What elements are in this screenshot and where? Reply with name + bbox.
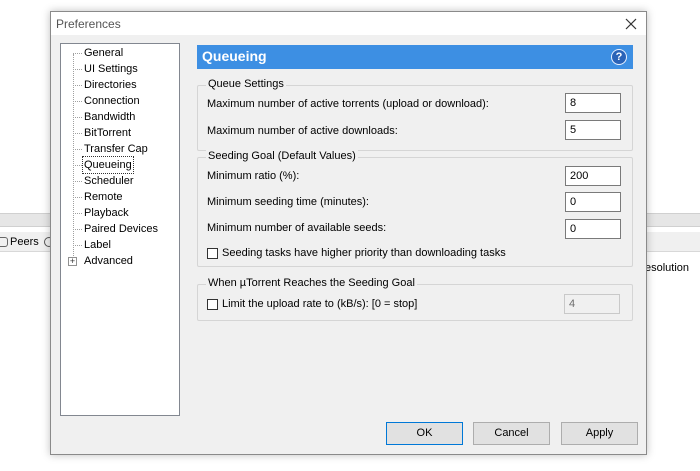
close-icon [625,18,637,30]
tree-connector [73,181,82,182]
tree-item-remote[interactable]: Remote [83,189,124,205]
limit-upload-rate-checkbox[interactable] [207,299,218,310]
tree-item-connection[interactable]: Connection [83,93,141,109]
help-icon[interactable]: ? [611,49,627,65]
preferences-dialog: Preferences General UI Settings Director… [50,11,647,455]
tree-item-advanced[interactable]: Advanced [83,253,134,269]
tree-connector [73,133,82,134]
group-title: Seeding Goal (Default Values) [206,150,358,162]
tree-connector [73,149,82,150]
tree-connector [73,53,82,54]
max-active-downloads-input[interactable]: 5 [565,120,621,140]
max-active-torrents-label: Maximum number of active torrents (uploa… [207,98,489,110]
upload-rate-input[interactable]: 4 [564,294,620,314]
tree-item-transfer-cap[interactable]: Transfer Cap [83,141,149,157]
min-ratio-input[interactable]: 200 [565,166,621,186]
tree-connector [73,213,82,214]
seeding-priority-checkbox[interactable] [207,248,218,259]
tree-item-playback[interactable]: Playback [83,205,130,221]
tree-connector [73,229,82,230]
ok-button[interactable]: OK [386,422,463,445]
title-bar: Preferences [51,12,646,35]
cancel-button[interactable]: Cancel [473,422,550,445]
max-active-downloads-label: Maximum number of active downloads: [207,125,398,137]
seeding-goal-group: Seeding Goal (Default Values) Minimum ra… [197,150,633,267]
tree-connector [73,69,82,70]
window-title: Preferences [56,17,121,31]
limit-upload-rate-label[interactable]: Limit the upload rate to (kB/s): [0 = st… [222,298,417,310]
tree-connector [73,117,82,118]
min-available-seeds-label: Minimum number of available seeds: [207,222,387,234]
min-seeding-time-label: Minimum seeding time (minutes): [207,196,369,208]
reached-goal-group: When µTorrent Reaches the Seeding Goal L… [197,277,633,321]
tree-connector [73,165,82,166]
seeding-priority-label[interactable]: Seeding tasks have higher priority than … [222,247,506,259]
group-title: Queue Settings [206,78,286,90]
tree-connector [73,245,82,246]
peers-tab[interactable]: Peers [0,232,39,252]
expand-plus-icon[interactable]: + [68,257,77,266]
tree-item-scheduler[interactable]: Scheduler [83,173,135,189]
resolution-column-header: esolution [645,262,690,274]
tree-connector [73,85,82,86]
min-available-seeds-input[interactable]: 0 [565,219,621,239]
tree-connector [73,197,82,198]
close-button[interactable] [622,15,640,33]
tree-item-directories[interactable]: Directories [83,77,138,93]
max-active-torrents-input[interactable]: 8 [565,93,621,113]
tree-item-label[interactable]: Label [83,237,112,253]
tree-item-paired-devices[interactable]: Paired Devices [83,221,159,237]
tree-item-general[interactable]: General [83,45,124,61]
tree-item-ui-settings[interactable]: UI Settings [83,61,139,77]
tree-item-bittorrent[interactable]: BitTorrent [83,125,132,141]
page-title: Queueing [202,48,267,64]
tree-item-queueing[interactable]: Queueing [82,156,134,174]
tree-item-bandwidth[interactable]: Bandwidth [83,109,136,125]
min-seeding-time-input[interactable]: 0 [565,192,621,212]
min-ratio-label: Minimum ratio (%): [207,170,300,182]
group-title: When µTorrent Reaches the Seeding Goal [206,277,417,289]
queue-settings-group: Queue Settings Maximum number of active … [197,78,633,151]
tree-connector [73,101,82,102]
category-tree: General UI Settings Directories Connecti… [60,43,180,416]
page-header: Queueing ? [197,45,633,69]
apply-button[interactable]: Apply [561,422,638,445]
